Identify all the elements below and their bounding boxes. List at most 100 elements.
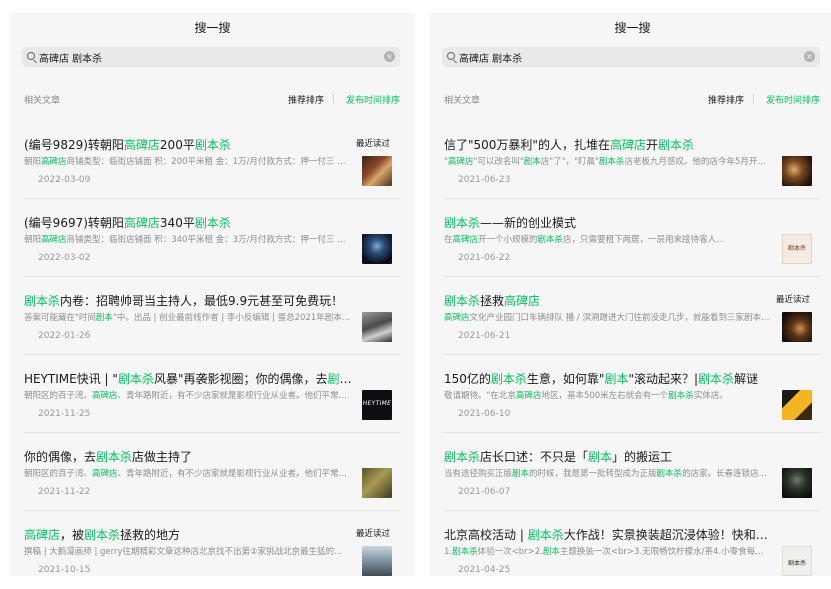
text-segment: 店做主持了	[132, 450, 193, 464]
highlight-term: 剧本杀	[598, 157, 625, 167]
result-title: (编号9697)转朝阳高碑店340平剧本杀	[24, 215, 352, 231]
search-result-item[interactable]: 北京高校活动 | 剧本杀大作战！实景换装超沉浸体验！快和朋友来玩吧 1.剧本杀体验…	[430, 511, 831, 576]
highlight-term: 剧本杀	[668, 391, 694, 401]
highlight-term: 剧本杀	[194, 216, 231, 230]
text-segment: 的店家。长春连锁店...	[682, 469, 767, 479]
text-segment: "中。出品 | 创业最前线作者 | 李小反编辑 | 蛋总2021年剧本杀行业..…	[112, 313, 352, 323]
filter-bar: 相关文章 推荐排序 发布时间排序	[444, 93, 820, 107]
search-result-item[interactable]: 信了"500万暴利"的人，扎堆在高碑店开剧本杀 "高碑店"可以改名叫"剧本店"了"…	[430, 121, 831, 199]
search-query: 高碑店 剧本杀	[39, 54, 103, 65]
result-thumbnail	[362, 312, 392, 342]
text-segment: 文化产业园门口车辆排队 播 / 溟溯蹭进大门往前没走几步，就能看到三家剧本杀店.…	[469, 313, 772, 323]
highlight-term: 高碑店	[609, 138, 646, 152]
search-input[interactable]: 高碑店 剧本杀 ×	[22, 47, 400, 67]
search-result-item[interactable]: 剧本杀——新的创业模式 在高碑店开一个小规模的剧本杀店，只需要租下两居，一层用来接…	[430, 199, 831, 277]
highlight-term: 剧本杀	[117, 372, 154, 386]
search-result-item[interactable]: 剧本杀店长口述：不只是「剧本」的搬运工 当有途径购买正版剧本的时候，我是第一批转型…	[430, 433, 831, 511]
result-title: 剧本杀拯救高碑店	[444, 293, 744, 309]
text-segment: 朝阳区的百子湾、	[24, 391, 93, 401]
text-segment: 340平	[159, 216, 195, 230]
search-result-item[interactable]: 高碑店，被剧本杀拯救的地方 最近读过 撰稿 | 大鹅漫画师 | gerry往期精彩文…	[10, 511, 415, 576]
result-thumbnail: 剧本杀	[782, 546, 812, 576]
result-snippet: 朝阳高碑店商铺类型：临街店铺面 积：200平米租 金：1万/月付款方式：押一付三…	[24, 156, 352, 168]
result-snippet: 敬请期待。"在北京高碑店地区，基本500米左右就会有一个剧本杀实体店。	[444, 390, 772, 402]
result-date: 2021-04-25	[458, 565, 511, 575]
text-segment: 风暴"再袭影视圈；你的偶像，去	[153, 372, 328, 386]
divider	[333, 94, 334, 103]
search-result-item[interactable]: (编号9829)转朝阳高碑店200平剧本杀 最近读过 朝阳高碑店商铺类型：临街店铺面…	[10, 121, 415, 199]
text-segment: 敬请期待。"在北京	[444, 391, 516, 401]
recently-read-badge: 最近读过	[355, 529, 390, 539]
result-date: 2021-11-25	[38, 409, 91, 419]
sort-time-button[interactable]: 发布时间排序	[346, 93, 400, 106]
result-thumbnail	[362, 234, 392, 264]
clear-icon[interactable]: ×	[804, 51, 815, 62]
result-snippet: 1.剧本杀体验一次<br>2.剧本主题换装一次<br>3.无限畅饮柠檬水/茶4.…	[444, 546, 772, 558]
result-date: 2021-06-22	[458, 253, 511, 263]
clear-icon[interactable]: ×	[384, 51, 395, 62]
highlight-term: 高碑店	[447, 157, 474, 167]
highlight-term: 高碑店	[452, 235, 479, 245]
thumbnail-label: HEYTIME	[362, 400, 392, 407]
text-segment: 店，只需要租下两居，一层用来接待客人...	[563, 235, 725, 245]
result-date: 2021-11-22	[38, 487, 91, 497]
result-date: 2021-06-21	[458, 331, 511, 341]
highlight-term: 高碑店	[504, 294, 541, 308]
result-title: 高碑店，被剧本杀拯救的地方	[24, 527, 324, 543]
search-result-item[interactable]: 你的偶像，去剧本杀店做主持了 朝阳区的百子湾、高碑店、青年路附近，有不少店家就是影…	[10, 433, 415, 511]
filter-bar: 相关文章 推荐排序 发布时间排序	[24, 93, 400, 107]
result-title: 信了"500万暴利"的人，扎堆在高碑店开剧本杀	[444, 137, 772, 153]
magnifier-icon	[447, 52, 455, 60]
search-result-item[interactable]: 剧本杀拯救高碑店 最近读过 高碑店文化产业园门口车辆排队 播 / 溟溯蹭进大门往前没…	[430, 277, 831, 355]
search-panel-right: 搜一搜 高碑店 剧本杀 × 相关文章 推荐排序 发布时间排序 信了"500万暴利…	[430, 13, 831, 576]
text-segment: 店"了"，"盯晨"	[540, 157, 599, 167]
highlight-term: 剧本杀	[444, 294, 481, 308]
page-title: 搜一搜	[194, 21, 231, 35]
highlight-term: 高碑店	[41, 235, 67, 245]
text-segment: 开一个小规模的	[478, 235, 538, 245]
result-title: 北京高校活动 | 剧本杀大作战！实景换装超沉浸体验！快和朋友来玩吧	[444, 527, 772, 543]
sort-time-button[interactable]: 发布时间排序	[766, 93, 820, 106]
search-result-item[interactable]: (编号9697)转朝阳高碑店340平剧本杀 朝阳高碑店商铺类型：临街店铺面 积：3…	[10, 199, 415, 277]
text-segment: 开	[645, 138, 658, 152]
text-segment: 200平	[159, 138, 195, 152]
text-segment: 北京高校活动 |	[444, 528, 528, 542]
highlight-term: 剧本	[95, 313, 113, 323]
result-title: 剧本杀内卷：招聘帅哥当主持人，最低9.9元甚至可免费玩！	[24, 293, 352, 309]
page-title: 搜一搜	[614, 21, 651, 35]
text-segment: 商铺类型：临街店铺面 积：200平米租 金：1万/月付款方式：押一付三 转让费：…	[66, 157, 352, 167]
search-input[interactable]: 高碑店 剧本杀 ×	[442, 47, 820, 67]
result-thumbnail	[782, 390, 812, 420]
text-segment: 生意，如何靠"	[526, 372, 605, 386]
result-snippet: 撰稿 | 大鹅漫画师 | gerry往期精彩文章这种店北京找不出第②家挑战北京最…	[24, 546, 352, 558]
result-title: 你的偶像，去剧本杀店做主持了	[24, 449, 352, 465]
text-segment: 拯救的地方	[120, 528, 181, 542]
highlight-term: 高碑店	[515, 391, 542, 401]
result-thumbnail	[362, 468, 392, 498]
result-snippet: 朝阳高碑店商铺类型：临街店铺面 积：340平米租 金：3万/月付款方式：押一付三…	[24, 234, 352, 246]
result-date: 2021-10-15	[38, 565, 91, 575]
search-result-item[interactable]: HEYTIME快讯 | "剧本杀风暴"再袭影视圈；你的偶像，去剧本杀店做主持了朝…	[10, 355, 415, 433]
search-result-item[interactable]: 剧本杀内卷：招聘帅哥当主持人，最低9.9元甚至可免费玩！ 答案可能藏在"时间剧本"…	[10, 277, 415, 355]
text-segment: (编号9697)转朝阳	[24, 216, 124, 230]
sort-recommend-button[interactable]: 推荐排序	[288, 93, 324, 106]
result-title: 剧本杀——新的创业模式	[444, 215, 772, 231]
text-segment: 信了"500万暴利"的人，扎堆在	[444, 138, 610, 152]
sort-recommend-button[interactable]: 推荐排序	[708, 93, 744, 106]
text-segment: 150亿的	[444, 372, 491, 386]
result-date: 2021-06-07	[458, 487, 511, 497]
text-segment: 朝阳	[24, 235, 42, 245]
highlight-term: 剧本杀	[444, 450, 481, 464]
divider	[753, 94, 754, 103]
result-thumbnail	[782, 312, 812, 342]
highlight-term: 高碑店	[123, 216, 160, 230]
text-segment: 的时候，我是第一批转型成为正版	[529, 469, 657, 479]
search-result-item[interactable]: 150亿的剧本杀生意，如何靠"剧本"滚动起来？|剧本杀解谜 敬请期待。"在北京高碑…	[430, 355, 831, 433]
highlight-term: 剧本杀	[527, 528, 564, 542]
result-snippet: 答案可能藏在"时间剧本"中。出品 | 创业最前线作者 | 李小反编辑 | 蛋总2…	[24, 312, 352, 324]
text-segment: 、青年路附近，有不少店家就是影视行业从业者。他们平常拍戏，...	[117, 391, 352, 401]
highlight-term: 高碑店	[24, 528, 61, 542]
text-segment: "滚动起来？|	[628, 372, 699, 386]
text-segment: (编号9829)转朝阳	[24, 138, 124, 152]
highlight-term: 剧本杀	[537, 235, 564, 245]
